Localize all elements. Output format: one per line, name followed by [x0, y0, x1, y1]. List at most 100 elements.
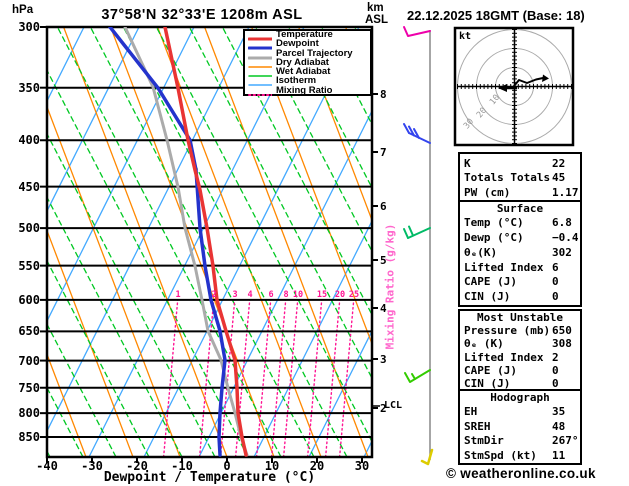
km-tick-label: 6 [380, 200, 387, 213]
table-row-value: 11 [552, 448, 566, 462]
table-row: CAPE (J) 0 [460, 275, 580, 290]
table-row: Totals Totals 45 [460, 171, 580, 186]
km-tick-label: 3 [380, 353, 387, 366]
table-row-label: Lifted Index [464, 260, 544, 274]
table-row: θₑ(K) 302 [460, 246, 580, 261]
mixing-ratio-value-label: 1 [175, 290, 181, 300]
mixing-ratio-line [306, 299, 323, 457]
table-row: PW (cm) 1.17 [460, 186, 580, 201]
table-row-label: SREH [464, 419, 491, 433]
wind-barb-icon [403, 26, 431, 37]
station-title: 37°58'N 32°33'E 1208m ASL [101, 7, 303, 23]
temperature-tick-label: 30 [354, 459, 370, 473]
mixing-ratio-value-label: 8 [283, 290, 289, 300]
pressure-tick-label: 800 [18, 406, 40, 421]
temperature-tick-label: 10 [264, 459, 280, 473]
indices-table-section: K 22 Totals Totals 45 PW (cm) 1.17 [458, 151, 582, 205]
pressure-tick-label: 350 [18, 80, 40, 95]
mixing_ratio-swatch-icon [248, 93, 272, 96]
table-row-value: −0.4 [552, 231, 579, 245]
table-row: Temp (°C) 6.8 [460, 216, 580, 231]
table-row-value: 2 [552, 350, 559, 364]
table-row: Lifted Index 2 [460, 351, 580, 364]
pressure-tick-label: 550 [18, 258, 40, 273]
table-row-label: CAPE (J) [464, 363, 517, 377]
km-tick-label: 8 [380, 88, 387, 101]
table-row-value: 48 [552, 419, 566, 433]
mixing-ratio-value-label: 2 [211, 290, 217, 300]
table-row-label: Dewp (°C) [464, 231, 524, 245]
table-row-value: 0 [552, 275, 559, 289]
temperature-tick-label: -30 [81, 459, 103, 473]
table-section-title: Hodograph [490, 390, 550, 404]
km-tick-label: 4 [380, 302, 387, 315]
table-row-value: 0 [552, 290, 559, 304]
pressure-tick-label: 850 [18, 430, 40, 445]
isotherm-line [47, 27, 250, 433]
wet-adiabat-line [47, 69, 249, 457]
sounding-screenshot: hPa 37°58'N 32°33'E 1208m ASL km ASL 22.… [0, 0, 629, 486]
temperature-tick-label: 20 [309, 459, 325, 473]
pressure-tick-label: 500 [18, 221, 40, 236]
table-row-label: EH [464, 405, 478, 419]
pressure-tick-label: 300 [18, 20, 40, 34]
temperature-tick-label: -40 [36, 459, 58, 473]
legend: Temperature Dewpoint Parcel Trajectory Dry … [243, 29, 372, 96]
table-row: StmDir 267° [460, 434, 580, 449]
table-row: EH 35 [460, 405, 580, 420]
sounding-curves [108, 27, 249, 457]
mixing-ratio-value-label: 3 [232, 290, 238, 300]
mixing-ratio-value-label: 25 [348, 290, 360, 300]
mixing-ratio-value-label: 4 [247, 290, 253, 300]
table-row-label: StmDir [464, 434, 504, 448]
copyright: © weatheronline.co.uk [446, 466, 596, 481]
wind-barb-icon [420, 448, 434, 466]
table-row-label: StmSpd (kt) [464, 448, 537, 462]
altitude-axis-unit-km: km [367, 2, 384, 14]
wind-barbs [403, 26, 434, 466]
table-row: CAPE (J) 0 [460, 364, 580, 377]
mixing-ratio-value-label: 20 [334, 290, 346, 300]
temperature-tick-label: -20 [126, 459, 148, 473]
pressure-axis-unit-label: hPa [12, 4, 34, 16]
datetime-label: 22.12.2025 18GMT (Base: 18) [407, 8, 585, 23]
table-row-label: Temp (°C) [464, 216, 524, 230]
table-row-value: 0 [552, 363, 559, 377]
table-row: K 22 [460, 157, 580, 172]
km-tick-label: 7 [380, 146, 387, 159]
indices-table-section: Most Unstable Pressure (mb) 650 θₑ (K) 308 Li… [458, 309, 582, 393]
legend-item: Mixing Ratio [245, 84, 370, 96]
table-row: θₑ (K) 308 [460, 337, 580, 350]
table-row-label: Totals Totals [464, 171, 551, 185]
table-row: SREH 48 [460, 420, 580, 435]
pressure-tick-label: 700 [18, 353, 40, 368]
mixing-ratio-value-label: 15 [316, 290, 328, 300]
table-row-label: Pressure (mb) [464, 324, 551, 338]
table-section-title: Most Unstable [476, 311, 564, 324]
pressure-tick-label: 400 [18, 133, 40, 148]
km-tick-label: 5 [380, 254, 387, 267]
table-row-label: CIN (J) [464, 290, 511, 304]
mixing-ratio-axis-label: Mixing Ratio (g/kg) [383, 223, 397, 350]
table-row-value: 22 [552, 156, 566, 170]
temperature-tick-label: -10 [171, 459, 193, 473]
table-row-label: θₑ(K) [464, 245, 498, 259]
table-row-label: K [464, 156, 471, 170]
table-row: Dewp (°C) −0.4 [460, 231, 580, 246]
pressure-tick-label: 650 [18, 324, 40, 339]
legend-item-label: Mixing Ratio [276, 84, 333, 96]
pressure-tick-label: 750 [18, 380, 40, 395]
table-row-value: 35 [552, 405, 566, 419]
pressure-tick-label: 450 [18, 179, 40, 194]
table-row-value: 302 [552, 245, 572, 259]
table-row: CIN (J) 0 [460, 290, 580, 305]
hodograph [453, 26, 575, 147]
mixing-ratio-line [270, 299, 287, 457]
table-section-title: Surface [496, 201, 544, 215]
temperature-tick-label: 0 [223, 459, 231, 473]
indices-table-section: Hodograph EH 35 SREH 48 StmDir 267° StmSpd (kt)… [458, 388, 582, 466]
hodograph-unit-label: kt [459, 31, 472, 42]
table-row-value: 6 [552, 260, 559, 274]
table-row: StmSpd (kt) 11 [460, 449, 580, 464]
lcl-marker-label: LCL [384, 400, 403, 411]
